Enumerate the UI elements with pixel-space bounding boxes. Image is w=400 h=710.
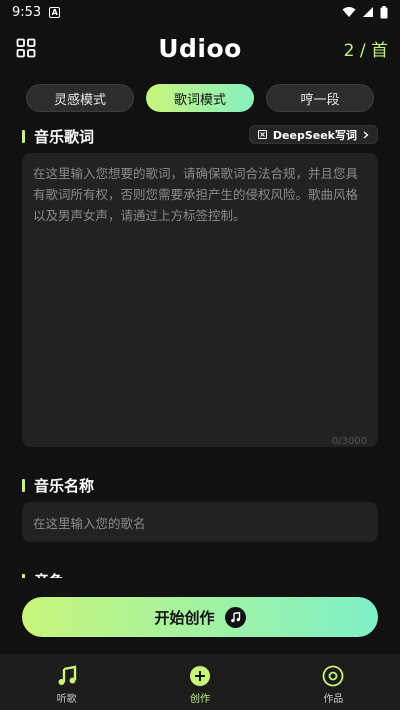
status-bar: 9:53 A bbox=[0, 0, 400, 24]
section-accent-bar bbox=[22, 479, 25, 492]
lyrics-textarea[interactable]: 在这里输入您想要的歌词，请确保歌词合法合规，并且您具有歌词所有权，否则您需要承担… bbox=[22, 153, 378, 447]
nav-create[interactable]: 创作 bbox=[133, 654, 266, 710]
start-create-button[interactable]: 开始创作 bbox=[22, 597, 378, 637]
music-note-icon bbox=[58, 665, 76, 685]
start-create-label: 开始创作 bbox=[154, 608, 215, 627]
music-name-section-header: 音乐名称 bbox=[22, 475, 94, 496]
voice-section-header: 音色 bbox=[22, 570, 64, 578]
music-note-icon bbox=[224, 606, 246, 628]
nav-works-label: 作品 bbox=[323, 694, 344, 705]
status-time: 9:53 bbox=[12, 4, 42, 20]
mode-tabs: 灵感模式 歌词模式 哼一段 bbox=[26, 84, 374, 112]
lyrics-char-count: 0/3000 bbox=[331, 436, 367, 447]
music-name-input[interactable]: 在这里输入您的歌名 bbox=[22, 502, 378, 542]
section-accent-bar bbox=[22, 574, 25, 578]
lyrics-section-title: 音乐歌词 bbox=[34, 128, 95, 146]
voice-section-title: 音色 bbox=[34, 570, 64, 578]
signal-icon bbox=[363, 7, 373, 17]
plus-circle-icon bbox=[189, 666, 210, 686]
header: Udioo 2 / 首 bbox=[0, 26, 400, 70]
disc-icon bbox=[322, 665, 344, 687]
music-name-section-title: 音乐名称 bbox=[34, 477, 95, 495]
music-name-placeholder: 在这里输入您的歌名 bbox=[33, 515, 146, 531]
nav-listen[interactable]: 听歌 bbox=[0, 654, 133, 710]
app-title: Udioo bbox=[158, 33, 242, 63]
deepseek-button-label: DeepSeek写词 bbox=[272, 128, 357, 142]
nav-works[interactable]: 作品 bbox=[267, 654, 400, 710]
deepseek-write-lyrics-button[interactable]: DeepSeek写词 bbox=[248, 125, 378, 144]
section-accent-bar bbox=[22, 130, 25, 143]
lyrics-section-header: 音乐歌词 bbox=[22, 126, 94, 147]
tab-inspiration-mode[interactable]: 灵感模式 bbox=[26, 84, 134, 112]
bottom-nav: 听歌 创作 作品 bbox=[0, 654, 400, 710]
nav-listen-label: 听歌 bbox=[56, 694, 77, 705]
battery-icon bbox=[380, 5, 388, 18]
tab-lyrics-mode[interactable]: 歌词模式 bbox=[146, 84, 254, 112]
deepseek-icon bbox=[257, 130, 267, 139]
song-counter: 2 / 首 bbox=[343, 40, 388, 61]
tab-hum-mode[interactable]: 哼一段 bbox=[266, 84, 374, 112]
voice-section-peek: 音色 bbox=[22, 566, 378, 578]
app-notification-icon: A bbox=[49, 6, 61, 18]
lyrics-placeholder: 在这里输入您想要的歌词，请确保歌词合法合规，并且您具有歌词所有权，否则您需要承担… bbox=[33, 166, 359, 223]
chevron-right-icon bbox=[363, 131, 369, 138]
nav-create-label: 创作 bbox=[189, 694, 210, 705]
wifi-icon bbox=[342, 7, 356, 17]
